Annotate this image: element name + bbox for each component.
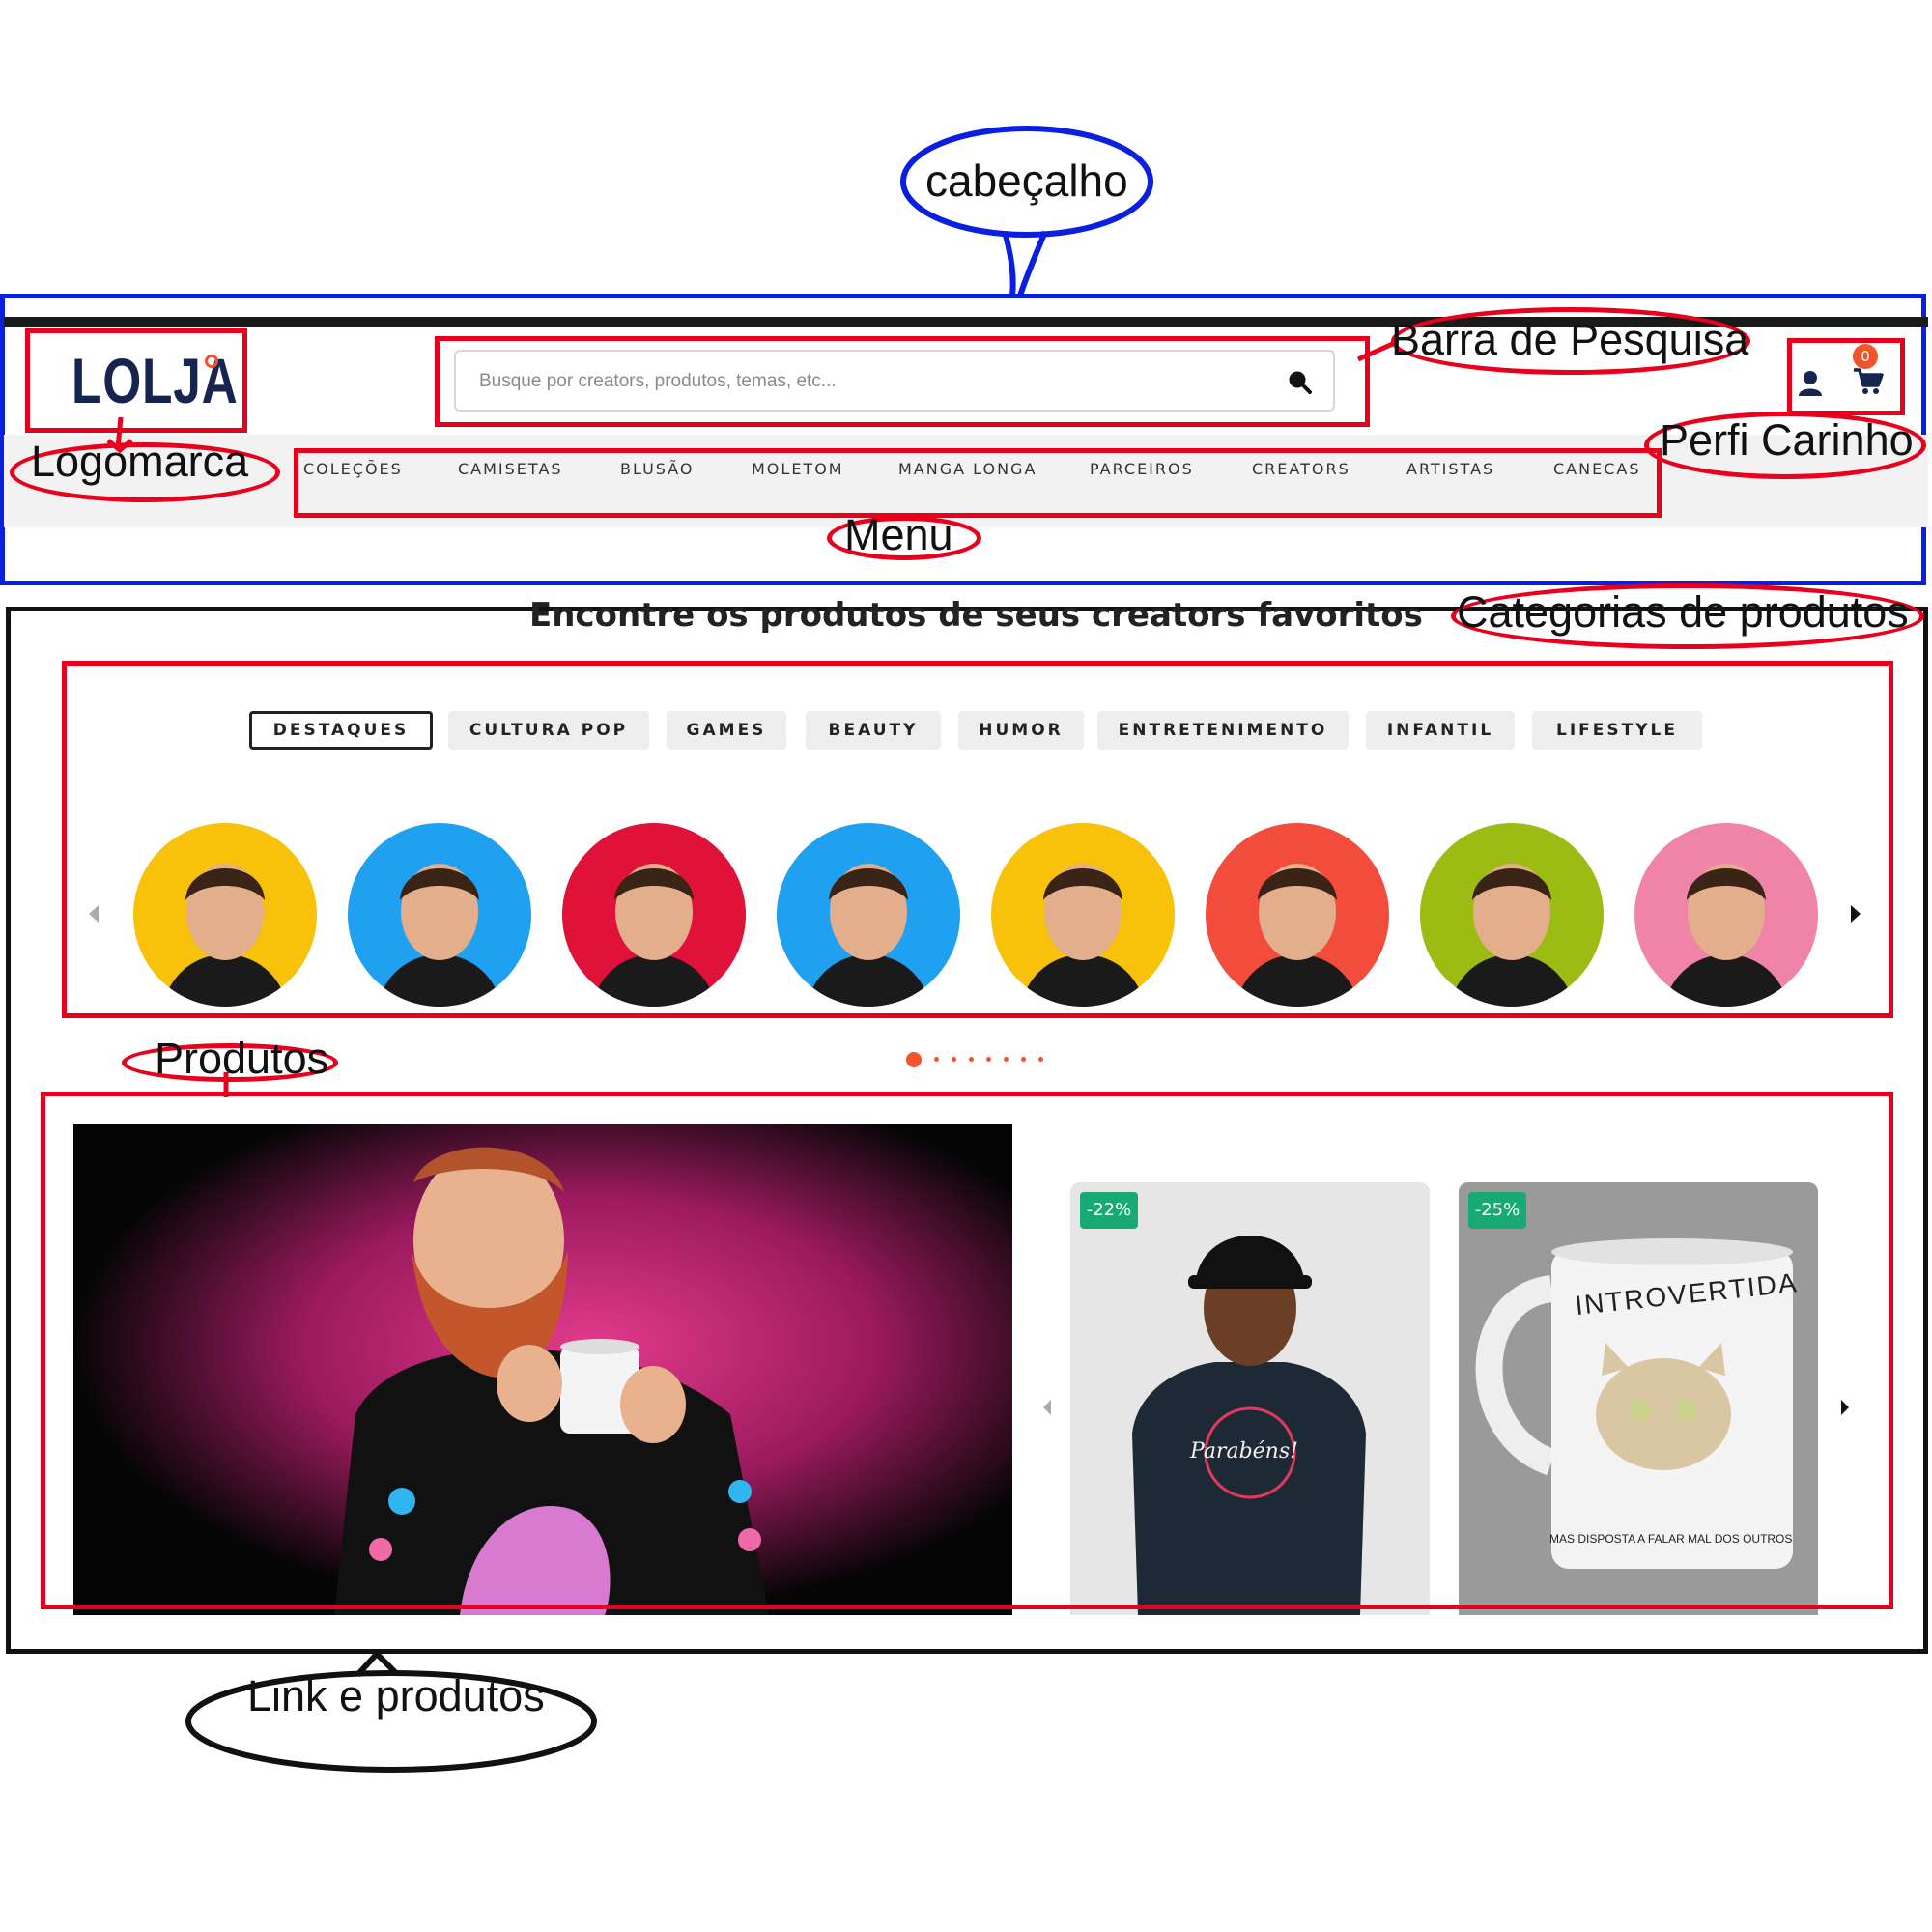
carousel-dot[interactable] [952, 1057, 956, 1062]
categories-annotation: Categorias de produtos [1457, 587, 1909, 637]
search-highlight [435, 336, 1370, 427]
carousel-next-icon[interactable] [1849, 904, 1862, 923]
tab-destaques[interactable]: DESTAQUES [249, 711, 433, 750]
links-annotation: Link e produtos [247, 1671, 545, 1720]
logo-highlight [25, 328, 247, 433]
profile-cart-highlight [1787, 338, 1905, 415]
carousel-dot[interactable] [969, 1057, 974, 1062]
search-annotation: Barra de Pesquisa [1391, 315, 1749, 364]
creator-photo [806, 864, 931, 1007]
carousel-dot[interactable] [1038, 1057, 1043, 1062]
carousel-dot-active[interactable] [906, 1052, 922, 1067]
creator-avatar[interactable] [133, 823, 317, 1007]
creator-avatar[interactable] [348, 823, 531, 1007]
creator-photo [1449, 864, 1575, 1007]
carousel-prev-icon[interactable] [87, 904, 100, 923]
menu-annotation: Menu [844, 510, 953, 559]
tab-entretenimento[interactable]: ENTRETENIMENTO [1097, 711, 1349, 750]
creator-photo [591, 864, 717, 1007]
creator-avatar[interactable] [562, 823, 746, 1007]
creator-photo [377, 864, 502, 1007]
creator-avatar[interactable] [1206, 823, 1389, 1007]
logo-annotation: Logomarca [31, 437, 249, 486]
creator-photo [162, 864, 288, 1007]
carousel-dot[interactable] [1021, 1057, 1026, 1062]
tab-lifestyle[interactable]: LIFESTYLE [1532, 711, 1702, 750]
creator-photo [1235, 864, 1360, 1007]
products-annotation: Produtos [155, 1034, 329, 1083]
page-title: Encontre os produtos de seus creators fa… [529, 596, 1423, 635]
tab-cultura-pop[interactable]: CULTURA POP [448, 711, 649, 750]
profile-annotation: Perfi Carinho [1660, 415, 1914, 465]
tab-humor[interactable]: HUMOR [958, 711, 1084, 750]
products-highlight [41, 1092, 1893, 1609]
tab-games[interactable]: GAMES [667, 711, 786, 750]
carousel-dot[interactable] [1004, 1057, 1009, 1062]
carousel-dot[interactable] [934, 1057, 939, 1062]
tab-infantil[interactable]: INFANTIL [1366, 711, 1515, 750]
creator-photo [1663, 864, 1789, 1007]
carousel-dot[interactable] [986, 1057, 991, 1062]
menu-highlight [294, 448, 1662, 518]
creator-avatar[interactable] [1634, 823, 1818, 1007]
header-annotation: cabeçalho [925, 156, 1128, 206]
creator-avatar[interactable] [1420, 823, 1604, 1007]
creator-avatar[interactable] [991, 823, 1175, 1007]
creator-photo [1020, 864, 1146, 1007]
tab-beauty[interactable]: BEAUTY [806, 711, 941, 750]
creator-avatar[interactable] [777, 823, 960, 1007]
